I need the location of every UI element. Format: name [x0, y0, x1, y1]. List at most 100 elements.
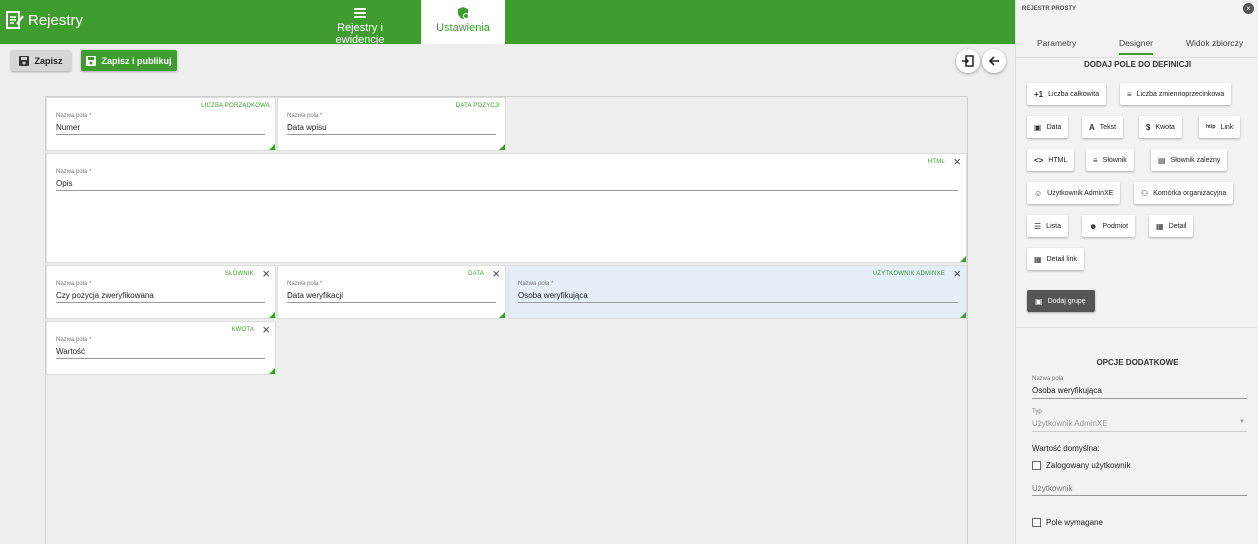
group-icon: ▣: [1035, 296, 1043, 306]
field-name-label: Nazwa pola *: [56, 113, 92, 119]
field-name-value[interactable]: Data wpisu: [287, 123, 327, 132]
field-name-label: Nazwa pola *: [287, 113, 323, 119]
add-dictionary-button[interactable]: ≡ Słownik: [1086, 149, 1134, 171]
resize-handle[interactable]: [269, 144, 275, 150]
import-button[interactable]: [956, 49, 980, 73]
tab-settings[interactable]: Ustawienia: [421, 0, 505, 44]
tab-widok-zbiorczy[interactable]: Widok zbiorczy: [1186, 38, 1243, 48]
field-card-numer[interactable]: LICZBA PORZĄDKOWA Nazwa pola * Numer: [46, 97, 276, 151]
field-underline: [56, 358, 265, 359]
button-label: Liczba zmiennoprzecinkowa: [1136, 90, 1225, 98]
button-label: Detail: [1168, 222, 1187, 230]
field-type-tag: KWOTA: [231, 327, 254, 333]
field-card-wartosc[interactable]: KWOTA × Nazwa pola * Wartość: [46, 321, 276, 375]
save-icon: [86, 55, 97, 66]
logged-user-checkbox[interactable]: [1032, 461, 1041, 470]
add-group-button[interactable]: ▣ Dodaj grupę: [1027, 290, 1095, 312]
add-text-button[interactable]: A Tekst: [1082, 116, 1124, 138]
button-label: Data: [1046, 123, 1062, 131]
field-name-value[interactable]: Data weryfikacji: [287, 291, 343, 300]
save-icon: [19, 55, 30, 66]
panel-divider: [1016, 327, 1258, 328]
tab-registries[interactable]: Rejestry i ewidencje: [316, 0, 404, 46]
close-icon[interactable]: ×: [262, 323, 270, 336]
back-button[interactable]: [982, 49, 1006, 73]
list-icon: ☰: [1034, 221, 1042, 231]
person-icon: ☻: [1089, 221, 1098, 231]
add-field-heading: DODAJ POLE DO DEFINICJI: [1083, 60, 1192, 69]
field-card-data-wpisu[interactable]: DATA POZYCJI Nazwa pola * Data wpisu: [277, 97, 506, 151]
field-card-czy-pozycja[interactable]: SŁOWNIK × Nazwa pola * Czy pozycja zwery…: [46, 265, 276, 319]
field-name-value[interactable]: Czy pozycja zweryfikowana: [56, 291, 154, 300]
user-input[interactable]: Użytkownik: [1032, 484, 1072, 493]
tab-designer[interactable]: Designer: [1119, 38, 1154, 55]
button-label: Tekst: [1099, 123, 1117, 131]
add-date-button[interactable]: ▣ Data: [1027, 116, 1069, 138]
field-name-value[interactable]: Wartość: [56, 347, 85, 356]
button-label: HTML: [1048, 156, 1068, 164]
add-link-button[interactable]: http Link: [1199, 116, 1241, 138]
resize-handle[interactable]: [269, 368, 275, 374]
add-html-button[interactable]: <> HTML: [1027, 149, 1075, 171]
field-type-tag: DATA: [468, 271, 484, 277]
add-dependent-dictionary-button[interactable]: ▤ Słownik zależny: [1151, 149, 1228, 171]
button-label: Liczba całkowita: [1048, 90, 1100, 98]
add-integer-button[interactable]: +1 Liczba całkowita: [1027, 83, 1107, 105]
close-icon[interactable]: ×: [262, 267, 270, 280]
app-brand[interactable]: Rejestry: [6, 10, 83, 30]
field-name-label: Nazwa pola *: [56, 169, 92, 175]
resize-handle[interactable]: [499, 312, 505, 318]
code-icon: <>: [1034, 155, 1044, 165]
text-icon: A: [1089, 122, 1095, 132]
add-amount-button[interactable]: $ Kwota: [1139, 116, 1182, 138]
button-label: Komórka organizacyjna: [1153, 189, 1227, 197]
option-name-label: Nazwa pola: [1032, 376, 1064, 382]
field-name-label: Nazwa pola *: [518, 281, 554, 287]
field-underline: [287, 134, 496, 135]
close-icon[interactable]: ×: [953, 267, 961, 280]
field-name-value[interactable]: Numer: [56, 123, 80, 132]
field-name-value[interactable]: Opis: [56, 179, 72, 188]
calendar-icon: ▣: [1034, 122, 1042, 132]
option-name-input[interactable]: Osoba weryfikująca: [1032, 386, 1102, 395]
tab-parametry[interactable]: Parametry: [1037, 38, 1076, 48]
save-button[interactable]: Zapisz: [11, 50, 71, 71]
option-type-select[interactable]: Użytkownik AdminXE: [1032, 419, 1108, 428]
field-card-data-weryfikacji[interactable]: DATA × Nazwa pola * Data weryfikacji: [277, 265, 506, 319]
close-icon[interactable]: ×: [1243, 3, 1254, 14]
field-underline: [56, 190, 958, 191]
close-icon[interactable]: ×: [492, 267, 500, 280]
save-and-publish-button[interactable]: Zapisz i publikuj: [81, 50, 177, 71]
add-detail-link-button[interactable]: ▦ Detail link: [1027, 248, 1084, 270]
app-title: Rejestry: [28, 11, 84, 29]
add-detail-button[interactable]: ▦ Detail: [1149, 215, 1194, 237]
field-name-label: Nazwa pola *: [56, 281, 92, 287]
add-list-button[interactable]: ☰ Lista: [1027, 215, 1068, 237]
resize-handle[interactable]: [269, 312, 275, 318]
add-org-unit-button[interactable]: ⚇ Komórka organizacyjna: [1134, 182, 1234, 204]
required-label: Pole wymagane: [1046, 518, 1103, 527]
button-label: Słownik zależny: [1170, 156, 1221, 164]
field-underline: [1032, 431, 1247, 432]
resize-handle[interactable]: [499, 144, 505, 150]
panel-title: REJESTR PROSTY: [1022, 6, 1077, 12]
field-type-tag: DATA POZYCJI: [455, 103, 500, 109]
field-name-value[interactable]: Osoba weryfikująca: [518, 291, 588, 300]
properties-panel: REJESTR PROSTY × Parametry Designer Wido…: [1015, 0, 1258, 544]
tab-settings-label: Ustawienia: [436, 22, 490, 34]
top-navigation-bar: Rejestry Rejestry i ewidencje Ustawienia: [0, 0, 1015, 46]
add-group-label: Dodaj grupę: [1047, 297, 1086, 305]
required-checkbox[interactable]: [1032, 518, 1041, 527]
button-label: Podmiot: [1102, 222, 1129, 230]
close-icon[interactable]: ×: [953, 155, 961, 168]
add-entity-button[interactable]: ☻ Podmiot: [1082, 215, 1136, 237]
button-label: Lista: [1046, 222, 1061, 230]
add-decimal-button[interactable]: ≡ Liczba zmiennoprzecinkowa: [1120, 83, 1232, 105]
resize-handle[interactable]: [960, 312, 966, 318]
field-card-osoba-weryfikujaca[interactable]: UŻYTKOWNIK ADMINXE × Nazwa pola * Osoba …: [508, 265, 967, 319]
add-user-button[interactable]: ☺ Użytkownik AdminXE: [1027, 182, 1121, 204]
org-unit-icon: ⚇: [1141, 188, 1149, 198]
field-card-opis[interactable]: HTML × Nazwa pola * Opis: [46, 153, 967, 263]
resize-handle[interactable]: [960, 256, 966, 262]
chevron-down-icon[interactable]: ▼: [1239, 419, 1245, 425]
